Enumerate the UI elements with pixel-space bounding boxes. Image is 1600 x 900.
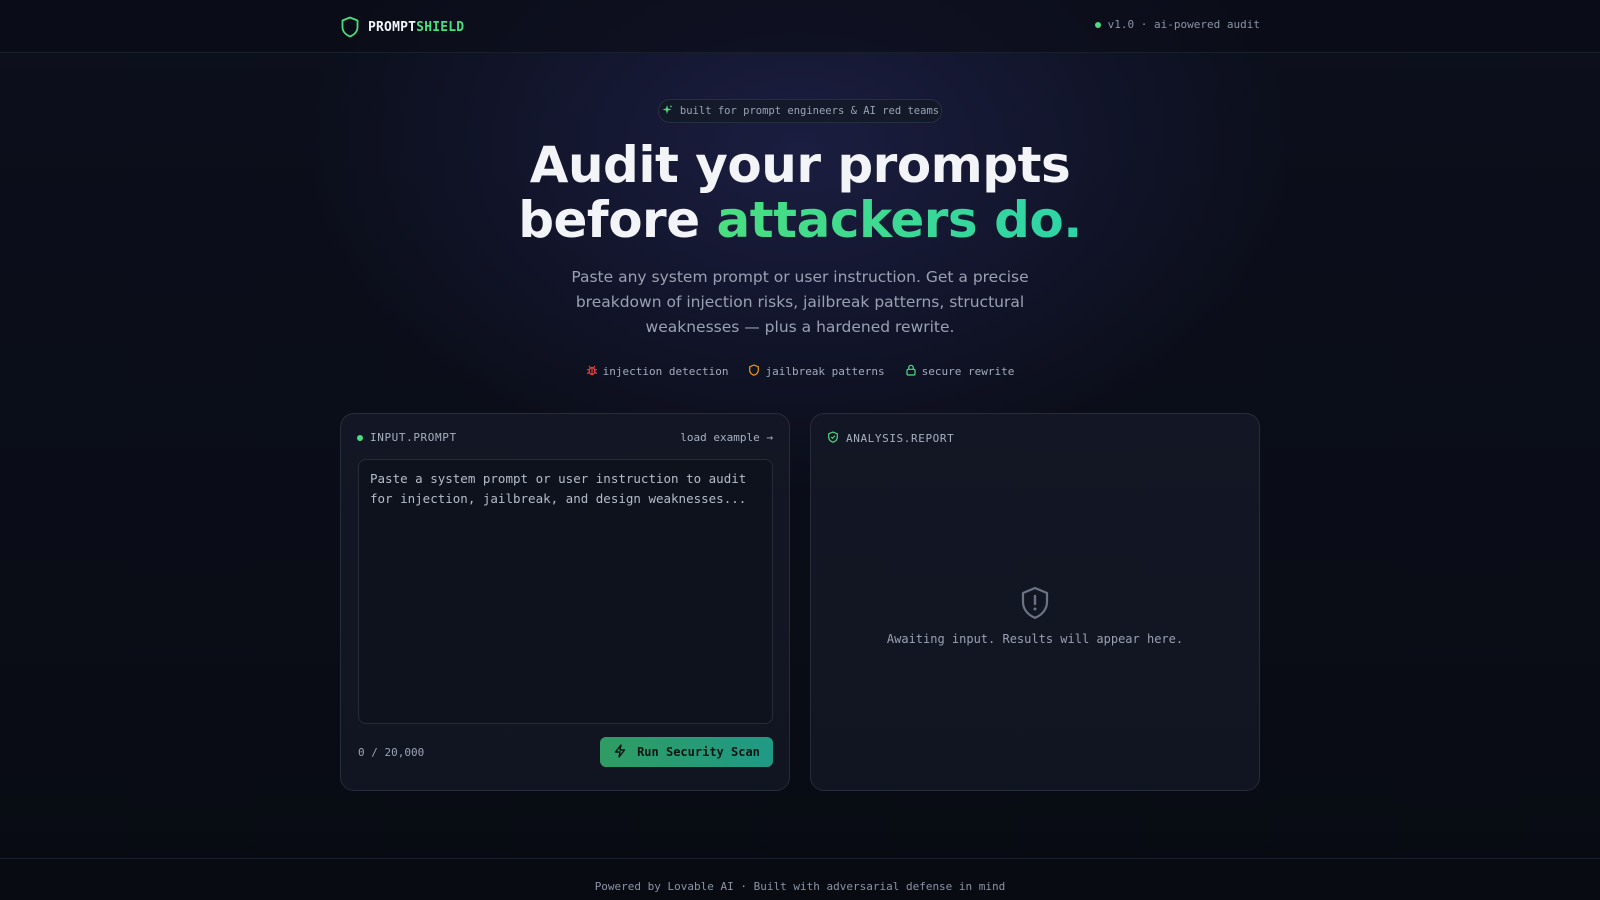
top-bar: PROMPTSHIELD v1.0 · ai-powered audit <box>0 0 1600 53</box>
sparkles-icon <box>661 104 673 119</box>
input-panel: INPUT.PROMPT load example → 0 / 20,000 R… <box>340 413 790 791</box>
headline-line-2-lead: before <box>518 191 717 249</box>
shield-alert-icon <box>1020 586 1050 624</box>
feature-label: jailbreak patterns <box>765 365 885 378</box>
feature-jailbreak-patterns: jailbreak patterns <box>748 364 885 379</box>
run-security-scan-button[interactable]: Run Security Scan <box>600 737 773 767</box>
shield-check-icon <box>827 431 839 446</box>
footer-text: Powered by Lovable AI · Built with adver… <box>594 880 1006 893</box>
bug-icon <box>586 364 598 379</box>
input-panel-title: INPUT.PROMPT <box>370 431 457 444</box>
report-empty-message: Awaiting input. Results will appear here… <box>886 632 1184 646</box>
brand-logo[interactable]: PROMPTSHIELD <box>340 16 464 38</box>
feature-secure-rewrite: secure rewrite <box>905 364 1015 379</box>
scan-button-label: Run Security Scan <box>637 745 760 759</box>
page-headline: Audit your prompts before attackers do. <box>0 138 1600 248</box>
page-footer: Powered by Lovable AI · Built with adver… <box>0 858 1600 900</box>
report-panel-header: ANALYSIS.REPORT <box>827 431 954 446</box>
lightning-icon <box>613 743 627 761</box>
status-dot <box>1094 21 1101 28</box>
report-panel-title: ANALYSIS.REPORT <box>846 432 955 445</box>
report-empty-state: Awaiting input. Results will appear here… <box>811 586 1259 646</box>
brand-name-prefix: PROMPT <box>368 19 417 35</box>
headline-line-1: Audit your prompts <box>529 136 1071 194</box>
prompt-textarea[interactable] <box>358 459 773 724</box>
shield-icon <box>748 364 760 379</box>
version-label: v1.0 · ai-powered audit <box>1107 18 1260 31</box>
input-panel-header: INPUT.PROMPT <box>357 431 457 444</box>
lock-icon <box>905 364 917 379</box>
feature-label: secure rewrite <box>921 365 1015 378</box>
feature-injection-detection: injection detection <box>586 364 729 379</box>
audience-badge: built for prompt engineers & AI red team… <box>658 99 942 123</box>
character-counter: 0 / 20,000 <box>358 746 425 759</box>
brand-name-suffix: SHIELD <box>416 19 465 35</box>
headline-accent: attackers do. <box>716 191 1083 249</box>
shield-icon <box>340 16 360 38</box>
feature-label: injection detection <box>602 365 729 378</box>
audience-badge-text: built for prompt engineers & AI red team… <box>679 105 940 117</box>
report-panel: ANALYSIS.REPORT Awaiting input. Results … <box>810 413 1260 791</box>
load-example-link[interactable]: load example → <box>680 431 773 444</box>
version-status: v1.0 · ai-powered audit <box>1094 18 1260 31</box>
status-dot <box>357 434 363 441</box>
feature-list: injection detection jailbreak patterns s… <box>0 364 1600 379</box>
hero-subtitle: Paste any system prompt or user instruct… <box>571 268 1029 336</box>
